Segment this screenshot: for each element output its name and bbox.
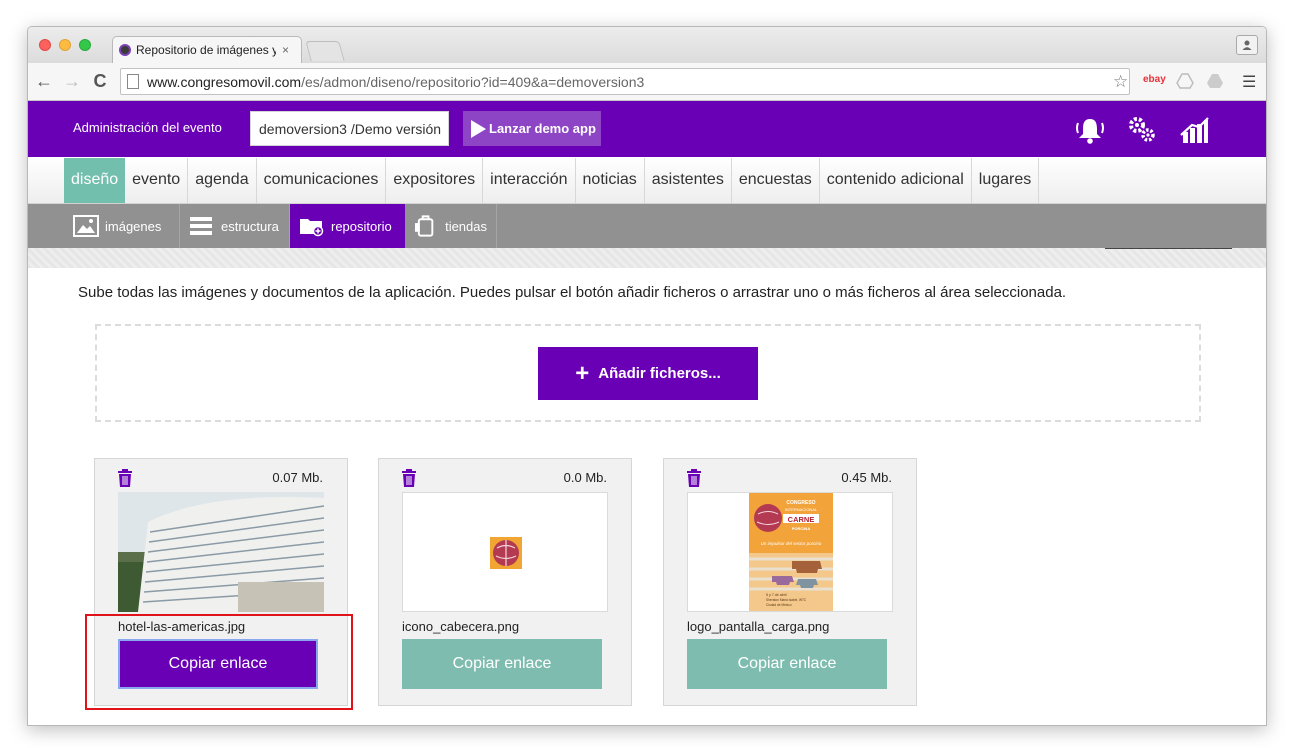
browser-tab[interactable]: Repositorio de imágenes y × [112, 36, 302, 63]
minimize-window-button[interactable] [59, 39, 71, 51]
url-host: www.congresomovil.com [147, 73, 302, 90]
subnav-tiendas[interactable]: tiendas [405, 204, 497, 248]
poster-date3: Ciudad de México [766, 603, 792, 607]
drive-icon[interactable] [1206, 73, 1224, 89]
profile-button[interactable] [1236, 35, 1258, 55]
file-name: logo_pantalla_carga.png [687, 619, 830, 634]
poster-line1: CONGRESO [786, 500, 815, 506]
reload-icon[interactable]: C [90, 71, 110, 92]
poster-date1: 5 y 7 de abril [766, 593, 787, 597]
nav-item-interaccion[interactable]: interacción [483, 158, 576, 203]
new-tab-button[interactable] [305, 41, 345, 61]
trash-icon[interactable] [686, 469, 702, 487]
file-thumbnail [402, 492, 608, 612]
add-files-label: Añadir ficheros... [598, 365, 721, 382]
copy-link-button[interactable]: Copiar enlace [687, 639, 887, 689]
pattern-strip [28, 248, 1266, 268]
back-arrow-icon[interactable]: ← [34, 71, 54, 92]
subnav-tiendas-label: tiendas [445, 218, 487, 234]
page-icon [127, 74, 139, 89]
file-size: 0.45 Mb. [841, 470, 892, 485]
bell-icon[interactable] [1074, 115, 1106, 145]
close-window-button[interactable] [39, 39, 51, 51]
admin-label: Administración del evento [73, 120, 222, 135]
launch-demo-label: Lanzar demo app [489, 121, 596, 136]
subnav-estructura-label: estructura [221, 218, 279, 234]
file-size: 0.07 Mb. [272, 470, 323, 485]
forward-arrow-icon[interactable]: → [62, 71, 82, 92]
poster-line2: INTERNACIONAL [785, 507, 818, 512]
file-name: icono_cabecera.png [402, 619, 520, 634]
bookmark-star-icon[interactable]: ☆ [1113, 72, 1128, 92]
drive-extension-icon[interactable] [1176, 73, 1194, 89]
nav-item-agenda[interactable]: agenda [188, 158, 257, 203]
nav-item-comunicaciones[interactable]: comunicaciones [257, 158, 387, 203]
file-thumbnail: CONGRESO INTERNACIONAL CARNE PORCINA Un … [687, 492, 893, 612]
nav-item-noticias[interactable]: noticias [576, 158, 645, 203]
poster-image: CONGRESO INTERNACIONAL CARNE PORCINA Un … [749, 493, 833, 611]
hotel-photo [118, 492, 324, 612]
image-icon [73, 215, 99, 237]
add-files-button[interactable]: + Añadir ficheros... [538, 347, 758, 400]
globe-logo-image [490, 537, 522, 569]
nav-item-lugares[interactable]: lugares [972, 158, 1040, 203]
subnav-repositorio[interactable]: repositorio [290, 204, 405, 248]
poster-line3: CARNE [788, 515, 815, 524]
person-icon [1242, 40, 1252, 50]
copy-link-button[interactable]: Copiar enlace [402, 639, 602, 689]
store-icon [414, 215, 434, 237]
zoom-window-button[interactable] [79, 39, 91, 51]
nav-item-diseno[interactable]: diseño [64, 158, 126, 203]
favicon-icon [119, 44, 131, 56]
intro-text: Sube todas las imágenes y documentos de … [78, 284, 1067, 301]
address-bar[interactable]: www.congresomovil.com /es/admon/diseno/r… [120, 68, 1130, 95]
nav-item-evento[interactable]: evento [125, 158, 189, 203]
gears-icon[interactable] [1126, 115, 1158, 145]
folder-icon [300, 219, 324, 237]
strip-divider [1105, 248, 1232, 249]
file-card: 0.0 Mb. icono_cabecera.png Copiar enlace [378, 458, 632, 706]
tab-title: Repositorio de imágenes y [136, 43, 276, 57]
stats-icon[interactable] [1178, 115, 1210, 145]
nav-item-encuestas[interactable]: encuestas [732, 158, 820, 203]
poster-line4: PORCINA [792, 526, 811, 531]
app-header: Administración del evento demoversion3 /… [28, 101, 1266, 157]
subnav-estructura[interactable]: estructura [180, 204, 290, 248]
poster-tagline: Un impulsor del sector porcino [761, 541, 822, 546]
selection-highlight [85, 614, 353, 710]
event-select[interactable]: demoversion3 /Demo versión [250, 111, 449, 146]
file-card: 0.45 Mb. CONGRESO INTERNACIONAL CARNE PO… [663, 458, 917, 706]
desktop: Repositorio de imágenes y × ← → C www.co… [0, 0, 1300, 748]
file-size: 0.0 Mb. [563, 470, 607, 485]
trash-icon[interactable] [117, 469, 133, 487]
launch-demo-button[interactable]: Lanzar demo app [463, 111, 601, 146]
nav-item-expositores[interactable]: expositores [386, 158, 484, 203]
subnav-imagenes-label: imágenes [105, 218, 162, 234]
trash-icon[interactable] [401, 469, 417, 487]
browser-toolbar: ← → C www.congresomovil.com /es/admon/di… [28, 63, 1266, 101]
file-thumbnail [118, 492, 324, 612]
nav-item-asistentes[interactable]: asistentes [645, 158, 732, 203]
title-bar: Repositorio de imágenes y × [28, 27, 1266, 63]
poster-date2: Sheraton Maria Isabel, WTC [766, 598, 807, 602]
list-icon [190, 217, 212, 235]
plus-icon: + [575, 359, 590, 387]
menu-icon[interactable]: ☰ [1242, 72, 1256, 92]
nav-item-contenido-adicional[interactable]: contenido adicional [820, 158, 972, 203]
tab-close-icon[interactable]: × [282, 43, 289, 57]
main-nav: diseño evento agenda comunicaciones expo… [28, 157, 1266, 204]
play-icon [471, 119, 486, 138]
sub-nav: imágenes estructura repositorio tiendas [28, 204, 1266, 248]
subnav-imagenes[interactable]: imágenes [64, 204, 180, 248]
ebay-extension-icon[interactable]: ebay [1143, 74, 1166, 85]
url-path: /es/admon/diseno/repositorio?id=409&a=de… [301, 73, 645, 90]
subnav-repositorio-label: repositorio [331, 218, 392, 234]
